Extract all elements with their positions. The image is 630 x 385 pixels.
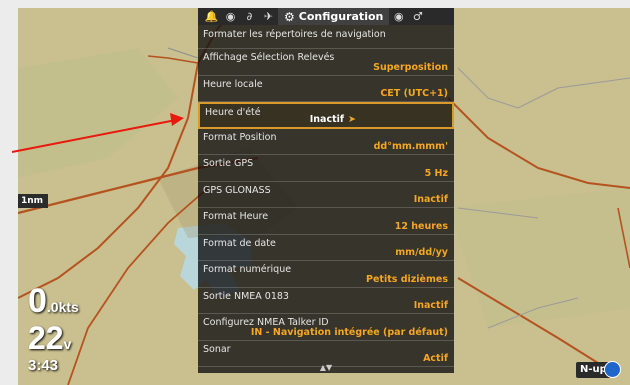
menu-item-label: Format de date: [203, 237, 276, 249]
north-arrow-icon[interactable]: [604, 361, 621, 378]
menu-item-value: dd°mm.mmm': [373, 141, 448, 152]
menu-item-label: Heure d'été: [205, 107, 261, 118]
gear-icon: ⚙: [284, 9, 295, 24]
bell-icon[interactable]: 🔔: [202, 8, 221, 25]
menu-item-label: Format Position: [203, 131, 277, 143]
time-readout: 3:43: [28, 357, 59, 374]
radar-icon[interactable]: ✈: [259, 8, 278, 25]
menu-item-value: 5 Hz: [424, 167, 448, 179]
speed-readout: 0.0kts: [28, 284, 79, 318]
speed-value: 0: [28, 282, 47, 320]
menu-item-label: Sonar: [203, 343, 231, 355]
menu-item-value: Inactif: [413, 300, 448, 311]
voltage-unit: v: [63, 336, 72, 352]
menu-item-label: Sortie GPS: [203, 158, 254, 169]
menu-item-label: Heure locale: [203, 78, 263, 90]
menu-item-format-position[interactable]: Format Position dd°mm.mmm': [198, 129, 454, 155]
tab-configuration[interactable]: ⚙ Configuration: [278, 8, 390, 25]
menu-item-value: mm/dd/yy: [395, 247, 448, 258]
menu-tabs: 🔔 ◉ ∂ ✈ ⚙ Configuration ◉ ♂: [198, 8, 454, 25]
chevron-right-icon: ➤: [348, 113, 356, 125]
speed-unit: .0kts: [46, 299, 79, 315]
menu-item-format-date[interactable]: Format de date mm/dd/yy: [198, 235, 454, 261]
menu-item-label: Format numérique: [203, 264, 292, 275]
menu-item-value: IN - Navigation intégrée (par défaut): [250, 326, 448, 338]
menu-item-value: Superposition: [373, 61, 448, 73]
menu-item-affichage-selection[interactable]: Affichage Sélection Relevés Superpositio…: [198, 49, 454, 76]
voltage-readout: 22v: [28, 322, 71, 354]
menu-item-format-repertoires[interactable]: Formater les répertoires de navigation: [198, 25, 454, 49]
scroll-arrows-icon[interactable]: ▲▼: [198, 363, 454, 373]
menu-item-value: Inactif: [413, 194, 448, 205]
settings-extra-icon[interactable]: ♂: [408, 8, 427, 25]
menu-item-label: Formater les répertoires de navigation: [203, 29, 386, 40]
menu-item-label: Sortie NMEA 0183: [203, 290, 289, 302]
menu-item-sortie-nmea[interactable]: Sortie NMEA 0183 Inactif: [198, 288, 454, 314]
menu-item-heure-locale[interactable]: Heure locale CET (UTC+1): [198, 76, 454, 102]
menu-item-format-heure[interactable]: Format Heure 12 heures: [198, 208, 454, 235]
menu-item-heure-ete[interactable]: Heure d'été Inactif ➤: [198, 102, 454, 129]
fish-chart-icon[interactable]: ∂: [240, 8, 259, 25]
menu-item-value: 12 heures: [394, 220, 448, 232]
menu-item-value: Petits dizièmes: [366, 273, 448, 285]
tab-configuration-label: Configuration: [298, 10, 384, 23]
menu-item-label: GPS GLONASS: [203, 184, 271, 196]
menu-item-value-text: Inactif: [309, 113, 345, 125]
settings-menu: 🔔 ◉ ∂ ✈ ⚙ Configuration ◉ ♂ Formater les…: [198, 8, 454, 373]
scale-label: 1nm: [18, 194, 48, 208]
menu-item-label: Affichage Sélection Relevés: [203, 52, 335, 63]
menu-item-gps-glonass[interactable]: GPS GLONASS Inactif: [198, 182, 454, 208]
menu-item-value: CET (UTC+1): [380, 88, 448, 99]
menu-item-format-numerique[interactable]: Format numérique Petits dizièmes: [198, 261, 454, 288]
menu-item-nmea-talker-id[interactable]: Configurez NMEA Talker ID IN - Navigatio…: [198, 314, 454, 341]
eye-icon[interactable]: ◉: [389, 8, 408, 25]
voltage-value: 22: [28, 320, 64, 356]
menu-item-sortie-gps[interactable]: Sortie GPS 5 Hz: [198, 155, 454, 182]
menu-item-value: Inactif ➤: [310, 114, 356, 125]
compass-icon[interactable]: ◉: [221, 8, 240, 25]
menu-item-label: Format Heure: [203, 211, 269, 222]
